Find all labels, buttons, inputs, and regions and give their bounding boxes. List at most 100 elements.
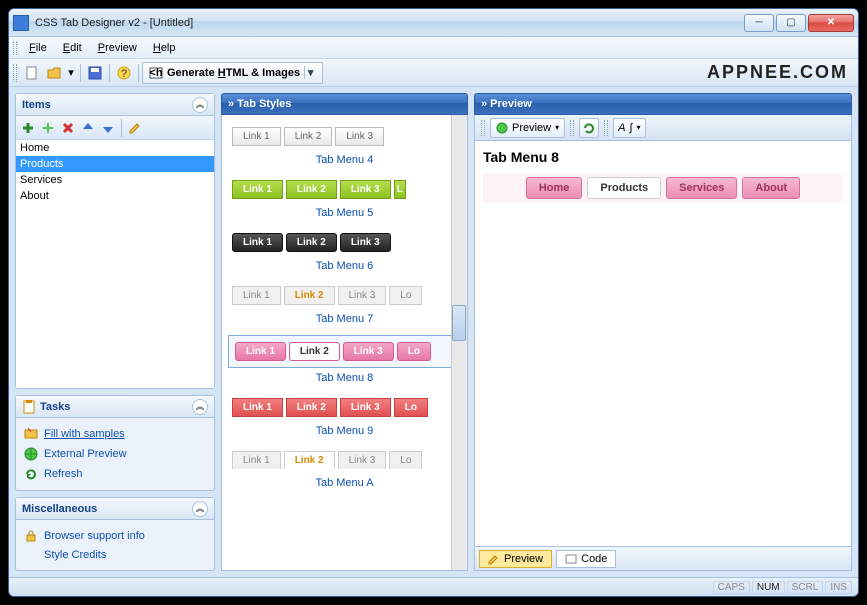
grip-icon: [13, 41, 17, 55]
maximize-button[interactable]: ▢: [776, 14, 806, 32]
misc-browser[interactable]: Browser support info: [22, 526, 208, 546]
list-item[interactable]: Home: [16, 140, 214, 156]
tasks-header[interactable]: Tasks ︽: [16, 396, 214, 418]
style-preview[interactable]: Link 1Link 2Link 3L: [228, 176, 461, 203]
style-label: Tab Menu 5: [222, 205, 467, 225]
list-item[interactable]: Services: [16, 172, 214, 188]
add-icon[interactable]: [19, 119, 37, 137]
preview-column: » Preview Preview▾ A∫ ▾ Tab Menu 8 Home …: [474, 93, 852, 571]
preview-toolbar: Preview▾ A∫ ▾: [474, 115, 852, 141]
chevron-down-icon[interactable]: ▾: [304, 66, 316, 79]
tasks-title: Tasks: [40, 401, 70, 413]
globe-icon: [24, 447, 38, 461]
style-label: Tab Menu 7: [222, 311, 467, 331]
collapse-icon[interactable]: ︽: [192, 97, 208, 113]
footer-tab-preview[interactable]: Preview: [479, 550, 552, 568]
menu-edit[interactable]: Edit: [55, 40, 90, 56]
items-toolbar: [16, 116, 214, 140]
open-icon[interactable]: [44, 63, 64, 83]
task-refresh[interactable]: Refresh: [22, 464, 208, 484]
preview-tab[interactable]: Products: [587, 177, 661, 199]
separator: [121, 119, 122, 137]
task-link[interactable]: Browser support info: [44, 530, 145, 542]
task-link[interactable]: Fill with samples: [44, 428, 125, 440]
app-window: CSS Tab Designer v2 - [Untitled] ─ ▢ ✕ F…: [8, 8, 859, 597]
generate-label: Generate HTML & Images: [167, 67, 300, 79]
add-child-icon[interactable]: [39, 119, 57, 137]
style-preview-selected[interactable]: Link 1Link 2Link 3Lo: [228, 335, 461, 368]
task-fill[interactable]: Fill with samples: [22, 424, 208, 444]
lock-icon: [24, 529, 38, 543]
font-button[interactable]: A∫ ▾: [613, 118, 645, 138]
down-icon[interactable]: [99, 119, 117, 137]
preview-heading: Tab Menu 8: [483, 149, 843, 165]
style-label: Tab Menu 4: [222, 152, 467, 172]
style-preview[interactable]: Link 1Link 2Link 3: [228, 229, 461, 256]
generate-button[interactable]: <h Generate HTML & Images ▾: [142, 62, 323, 84]
items-title: Items: [22, 99, 51, 111]
style-label: Tab Menu 6: [222, 258, 467, 278]
items-list[interactable]: Home Products Services About: [16, 140, 214, 388]
misc-title: Miscellaneous: [22, 503, 97, 515]
preview-header: » Preview: [474, 93, 852, 115]
status-ins: INS: [825, 581, 852, 594]
menu-help[interactable]: Help: [145, 40, 184, 56]
delete-icon[interactable]: [59, 119, 77, 137]
tabstyles-column: » Tab Styles Link 1Link 2Link 3 Tab Menu…: [221, 93, 468, 571]
style-preview[interactable]: Link 1Link 2Link 3Lo: [228, 447, 461, 473]
preview-tabs: Home Products Services About: [483, 173, 843, 203]
style-label: Tab Menu 8: [222, 370, 467, 390]
task-link[interactable]: Style Credits: [44, 549, 106, 561]
misc-header[interactable]: Miscellaneous ︽: [16, 498, 214, 520]
refresh-button[interactable]: [579, 118, 599, 138]
edit-icon[interactable]: [126, 119, 144, 137]
clipboard-icon: [22, 400, 36, 414]
scroll-thumb[interactable]: [452, 305, 466, 341]
preview-dropdown[interactable]: Preview▾: [490, 118, 565, 138]
help-icon[interactable]: ?: [114, 63, 134, 83]
scrollbar[interactable]: [451, 115, 467, 570]
task-link[interactable]: Refresh: [44, 468, 83, 480]
menubar: File Edit Preview Help: [9, 37, 858, 59]
left-sidebar: Items ︽ Home Products Services: [15, 93, 215, 571]
footer-tab-code[interactable]: Code: [556, 550, 616, 568]
preview-tab[interactable]: Home: [526, 177, 583, 199]
up-icon[interactable]: [79, 119, 97, 137]
style-preview[interactable]: Link 1Link 2Link 3: [228, 123, 461, 150]
misc-credits[interactable]: Style Credits: [22, 546, 208, 564]
style-preview[interactable]: Link 1Link 2Link 3Lo: [228, 394, 461, 421]
dropdown-icon[interactable]: ▾: [66, 63, 76, 83]
close-button[interactable]: ✕: [808, 14, 854, 32]
statusbar: CAPS NUM SCRL INS: [9, 577, 858, 596]
preview-tab[interactable]: Services: [666, 177, 737, 199]
menu-file[interactable]: File: [21, 40, 55, 56]
preview-tab[interactable]: About: [742, 177, 800, 199]
list-item[interactable]: Products: [16, 156, 214, 172]
misc-list: Browser support info Style Credits: [16, 520, 214, 570]
window-title: CSS Tab Designer v2 - [Untitled]: [35, 17, 742, 29]
list-item[interactable]: About: [16, 188, 214, 204]
task-link[interactable]: External Preview: [44, 448, 127, 460]
collapse-icon[interactable]: ︽: [192, 501, 208, 517]
toolbar: ▾ ? <h Generate HTML & Images ▾ APPNEE.C…: [9, 59, 858, 87]
refresh-icon: [583, 122, 595, 134]
grip-icon: [13, 64, 17, 82]
tabstyles-header: » Tab Styles: [221, 93, 468, 115]
pencil-icon: [488, 553, 500, 565]
new-icon[interactable]: [22, 63, 42, 83]
items-panel: Items ︽ Home Products Services: [15, 93, 215, 389]
tabstyles-body[interactable]: Link 1Link 2Link 3 Tab Menu 4 Link 1Link…: [221, 115, 468, 571]
status-scrl: SCRL: [787, 581, 824, 594]
save-icon[interactable]: [85, 63, 105, 83]
menu-preview[interactable]: Preview: [90, 40, 145, 56]
collapse-icon[interactable]: ︽: [192, 399, 208, 415]
style-label: Tab Menu 9: [222, 423, 467, 443]
items-header[interactable]: Items ︽: [16, 94, 214, 116]
separator: [109, 64, 110, 82]
task-external[interactable]: External Preview: [22, 444, 208, 464]
titlebar[interactable]: CSS Tab Designer v2 - [Untitled] ─ ▢ ✕: [9, 9, 858, 37]
grip-icon: [570, 120, 574, 136]
style-preview[interactable]: Link 1Link 2Link 3Lo: [228, 282, 461, 309]
minimize-button[interactable]: ─: [744, 14, 774, 32]
brand-text: APPNEE.COM: [707, 62, 848, 83]
